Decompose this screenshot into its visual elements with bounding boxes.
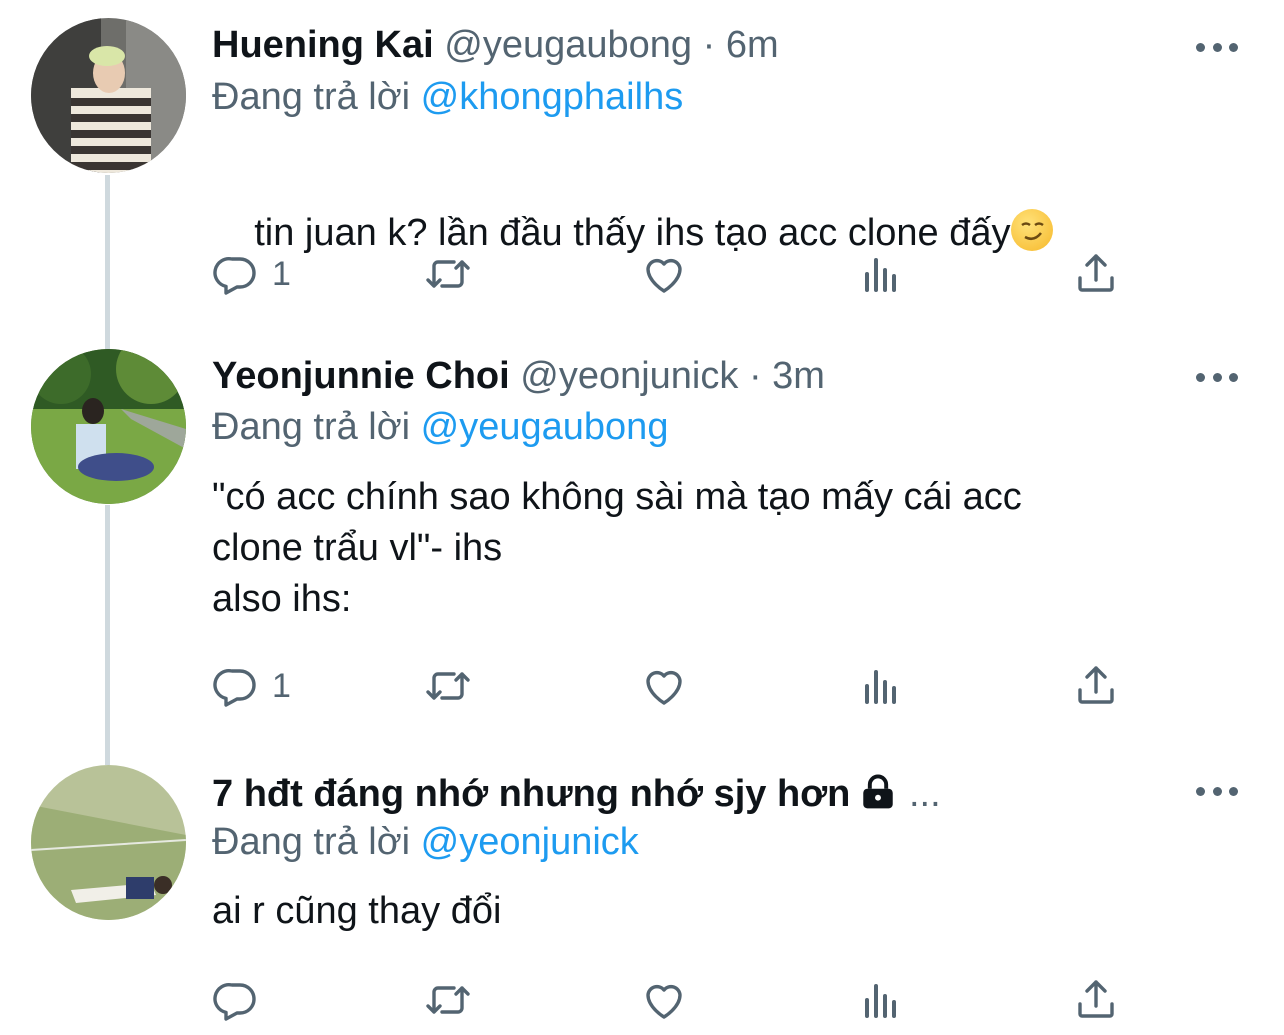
share-icon xyxy=(1078,666,1114,704)
tweet-actions xyxy=(212,970,1132,1030)
share-button[interactable] xyxy=(1072,656,1120,716)
heart-icon xyxy=(646,670,682,705)
reply-count: 1 xyxy=(272,254,291,293)
replying-to: Đang trả lời @yeonjunick xyxy=(212,817,639,867)
analytics-button[interactable] xyxy=(857,656,905,716)
avatar[interactable] xyxy=(31,18,186,173)
tweet-text: "có acc chính sao không sài mà tạo mấy c… xyxy=(212,476,1022,620)
heart-icon xyxy=(646,984,682,1019)
tweet[interactable]: 7 hđt đáng nhớ nhưng nhớ sjy hơn ... Đan… xyxy=(0,750,1284,1035)
share-button[interactable] xyxy=(1072,970,1120,1030)
avatar[interactable] xyxy=(31,765,186,920)
avatar-photo xyxy=(31,18,186,173)
reply-prefix: Đang trả lời xyxy=(212,406,411,448)
retweet-icon xyxy=(426,260,470,288)
avatar[interactable] xyxy=(31,349,186,504)
tweet-actions: 1 xyxy=(212,656,1132,716)
avatar-photo xyxy=(31,349,186,504)
reply-icon xyxy=(213,668,256,707)
retweet-icon xyxy=(426,986,470,1014)
heart-icon xyxy=(646,258,682,293)
like-button[interactable] xyxy=(640,970,688,1030)
reply-prefix: Đang trả lời xyxy=(212,821,411,863)
tweet[interactable]: Huening Kai @yeugaubong · 6m Đang trả lờ… xyxy=(0,0,1284,330)
display-name[interactable]: Huening Kai xyxy=(212,24,434,66)
more-options-icon[interactable] xyxy=(1196,356,1238,398)
reply-mention-link[interactable]: @yeugaubong xyxy=(421,406,669,448)
user-handle[interactable]: @yeonjunick xyxy=(520,355,738,397)
share-icon xyxy=(1078,980,1114,1018)
retweet-icon xyxy=(426,672,470,700)
analytics-icon xyxy=(865,984,896,1018)
timestamp[interactable]: 6m xyxy=(726,24,779,66)
retweet-button[interactable] xyxy=(424,656,472,716)
separator: · xyxy=(748,355,762,397)
separator: · xyxy=(702,24,716,66)
analytics-button[interactable] xyxy=(857,970,905,1030)
display-name[interactable]: 7 hđt đáng nhớ nhưng nhớ sjy hơn xyxy=(212,773,850,815)
reply-button[interactable]: 1 xyxy=(212,656,291,716)
analytics-icon xyxy=(865,258,896,292)
reply-button[interactable]: 1 xyxy=(212,244,291,304)
replying-to: Đang trả lời @khongphailhs xyxy=(212,72,683,122)
tweet-text: ai r cũng thay đổi xyxy=(212,890,502,932)
tweet-actions: 1 xyxy=(212,244,1132,304)
reply-count: 1 xyxy=(272,666,291,705)
more-options-icon[interactable] xyxy=(1196,26,1238,68)
retweet-button[interactable] xyxy=(424,244,472,304)
lock-icon xyxy=(863,774,894,809)
tweet-header: Huening Kai @yeugaubong · 6m xyxy=(212,20,1174,70)
more-options-icon[interactable] xyxy=(1196,770,1238,812)
display-name[interactable]: Yeonjunnie Choi xyxy=(212,355,510,397)
reply-prefix: Đang trả lời xyxy=(212,76,411,118)
tweet-header: 7 hđt đáng nhớ nhưng nhớ sjy hơn ... xyxy=(212,769,1174,819)
like-button[interactable] xyxy=(640,656,688,716)
tweet-header: Yeonjunnie Choi @yeonjunick · 3m xyxy=(212,351,1174,401)
reply-mention-link[interactable]: @khongphailhs xyxy=(421,76,684,118)
reply-icon xyxy=(213,982,256,1021)
like-button[interactable] xyxy=(640,244,688,304)
name-truncation: ... xyxy=(908,773,941,815)
tweet[interactable]: Yeonjunnie Choi @yeonjunick · 3m Đang tr… xyxy=(0,330,1284,750)
avatar-photo xyxy=(31,765,186,920)
reply-mention-link[interactable]: @yeonjunick xyxy=(421,821,639,863)
timestamp[interactable]: 3m xyxy=(772,355,825,397)
reply-icon xyxy=(213,256,256,295)
retweet-button[interactable] xyxy=(424,970,472,1030)
reply-button[interactable] xyxy=(212,970,272,1030)
analytics-button[interactable] xyxy=(857,244,905,304)
user-handle[interactable]: @yeugaubong xyxy=(444,24,692,66)
share-button[interactable] xyxy=(1072,244,1120,304)
analytics-icon xyxy=(865,670,896,704)
replying-to: Đang trả lời @yeugaubong xyxy=(212,402,668,452)
share-icon xyxy=(1078,254,1114,292)
